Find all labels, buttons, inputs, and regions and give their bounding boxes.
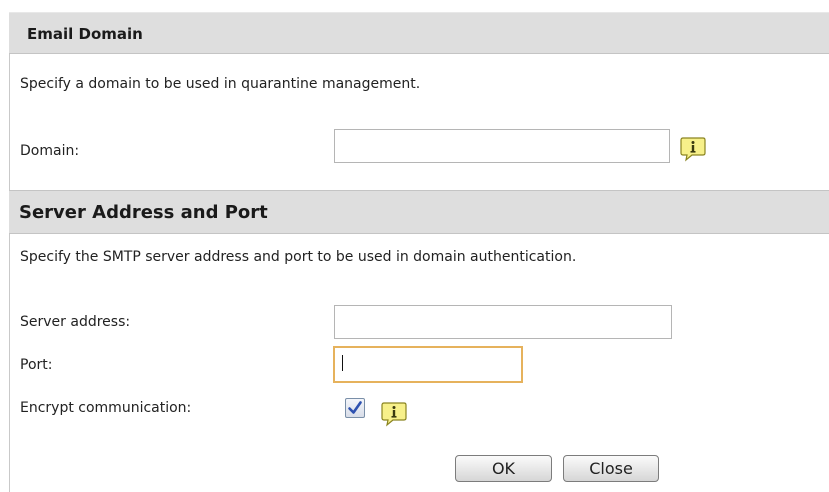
left-border	[9, 12, 10, 492]
info-icon[interactable]	[381, 401, 407, 427]
server-description: Specify the SMTP server address and port…	[20, 249, 577, 265]
port-label: Port:	[20, 357, 53, 373]
ok-button[interactable]: OK	[455, 455, 552, 482]
close-button[interactable]: Close	[563, 455, 659, 482]
dialog-frame: Email Domain Specify a domain to be used…	[0, 0, 829, 492]
encrypt-communication-label: Encrypt communication:	[20, 400, 192, 416]
email-domain-description: Specify a domain to be used in quarantin…	[20, 76, 421, 92]
section-header-server-address-port: Server Address and Port	[9, 190, 829, 234]
server-address-label: Server address:	[20, 314, 131, 330]
port-input[interactable]	[333, 346, 523, 383]
info-icon[interactable]	[680, 136, 706, 162]
domain-label: Domain:	[20, 143, 80, 159]
domain-input[interactable]	[334, 129, 670, 163]
server-address-input[interactable]	[334, 305, 672, 339]
text-caret	[342, 355, 343, 371]
encrypt-checkbox[interactable]	[345, 398, 365, 418]
section-header-email-domain: Email Domain	[9, 12, 829, 54]
checkmark-icon	[348, 401, 362, 414]
